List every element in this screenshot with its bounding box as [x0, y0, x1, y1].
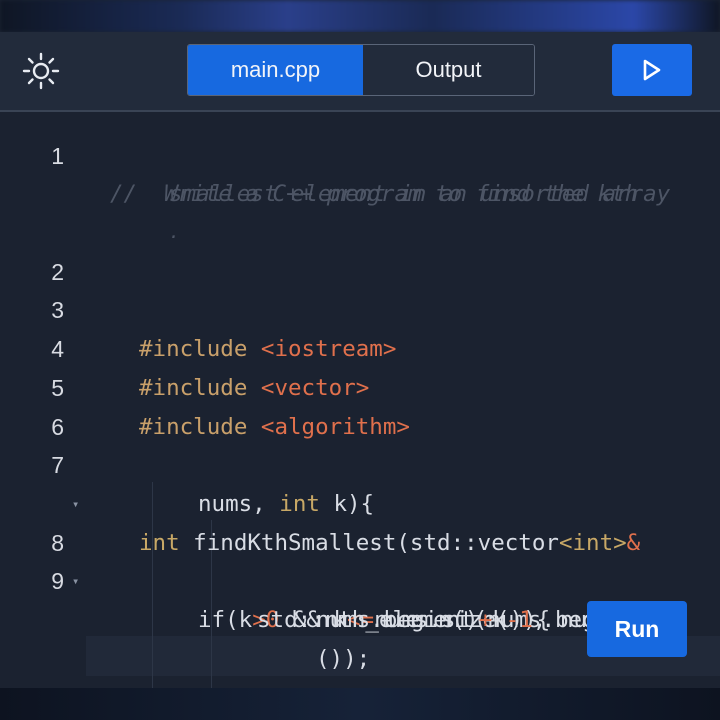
code-line: nums, int k){	[0, 446, 720, 517]
tab-output[interactable]: Output	[363, 45, 534, 95]
sun-icon	[22, 52, 60, 90]
code-line: 5 #include <algorithm>	[0, 330, 720, 440]
code-line: 6	[0, 369, 720, 440]
run-button[interactable]: Run	[587, 601, 687, 657]
code-line: smallest element in an unsorted array	[0, 137, 720, 207]
code-line: 7 ▾ int findKthSmallest(std::vector<int>…	[0, 408, 720, 555]
line-number: 10	[0, 678, 64, 688]
code-lines: 1 // Write a C++ program to find the kth…	[0, 112, 720, 688]
code-line: 8 ▾ if(k>0 && k<=nums.size()){	[0, 485, 720, 633]
tab-main-cpp[interactable]: main.cpp	[188, 45, 363, 95]
code-line: nums.begin()+k-1, nums.end	[0, 562, 720, 633]
code-line: 3 #include <iostream>	[0, 253, 720, 362]
play-icon	[643, 59, 661, 81]
theme-toggle-button[interactable]	[22, 52, 60, 90]
code-line: 4 #include <vector>	[0, 291, 720, 401]
bottom-blur-band	[0, 688, 720, 720]
editor-toolbar: main.cpp Output	[0, 32, 720, 112]
code-line: 9 std::nth_element(nums.begin(),	[0, 524, 720, 633]
top-blur-band	[0, 0, 720, 32]
code-line: 2	[0, 214, 720, 285]
file-tabs: main.cpp Output	[187, 44, 535, 96]
code-line: .	[0, 175, 720, 243]
play-button[interactable]	[612, 44, 692, 96]
code-line: 1 // Write a C++ program to find the kth	[0, 112, 720, 208]
